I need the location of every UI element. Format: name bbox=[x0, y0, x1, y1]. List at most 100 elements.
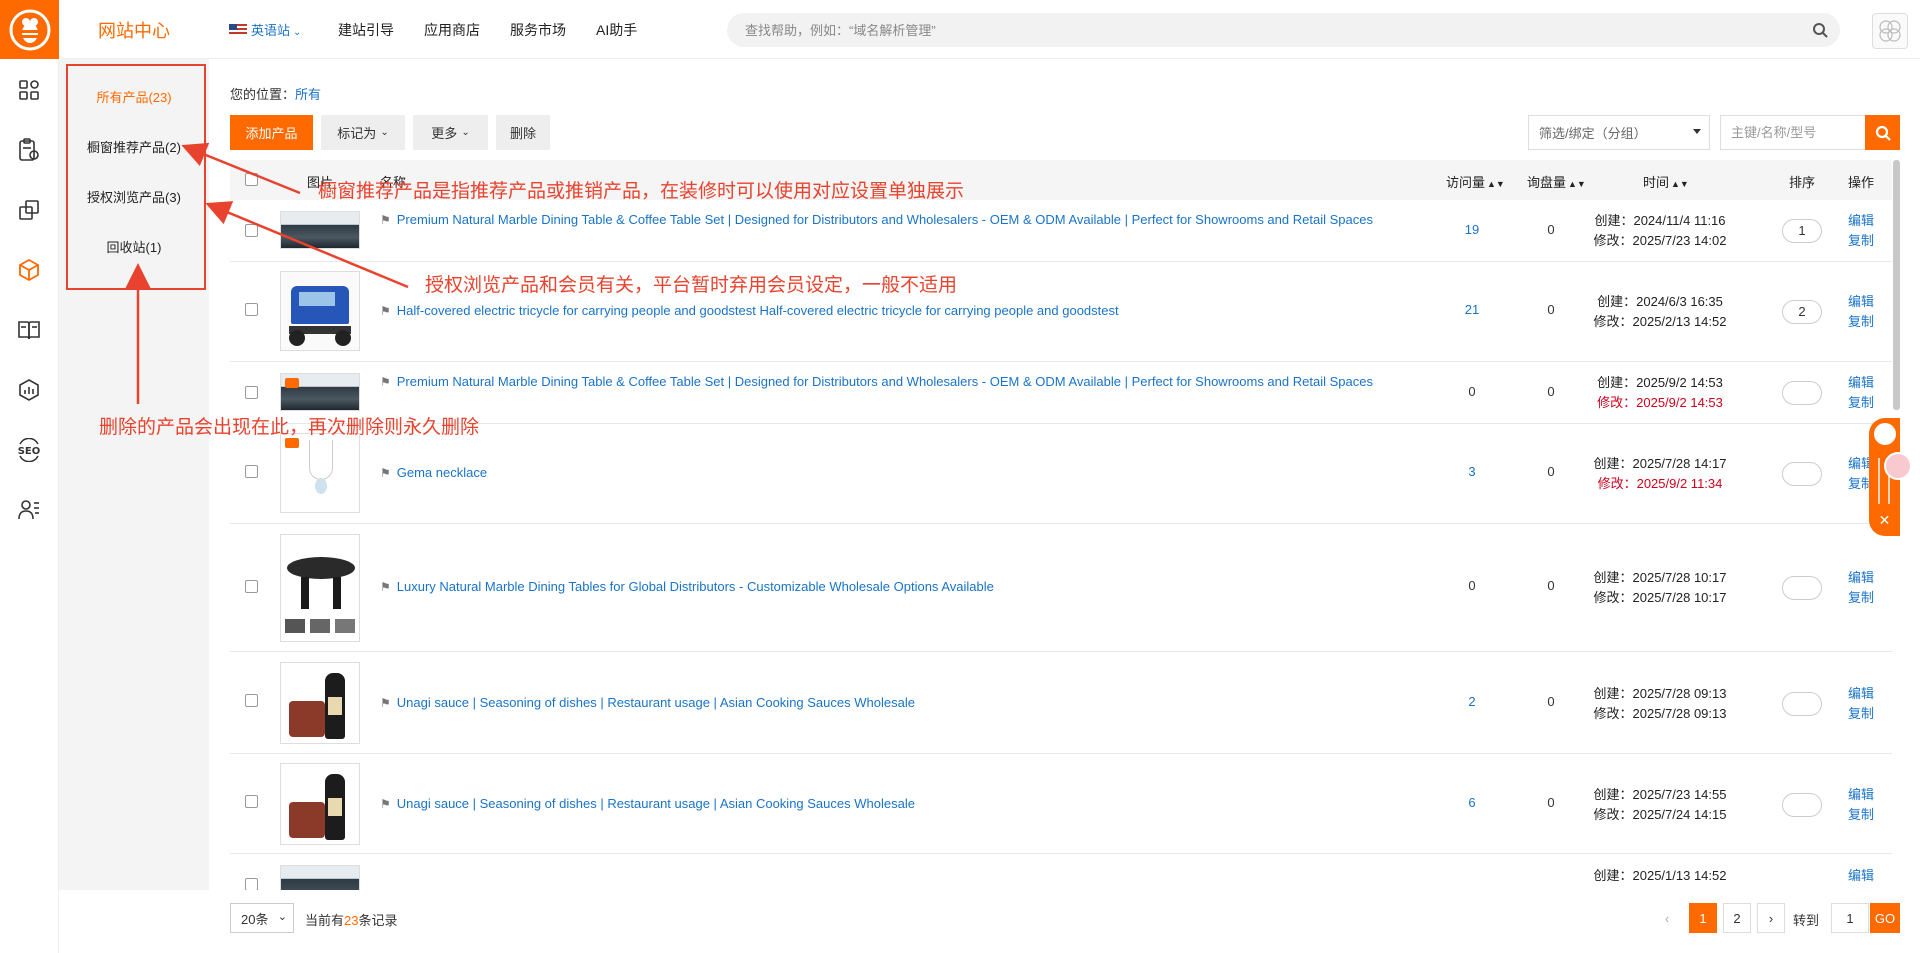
visits-count: 0 bbox=[1468, 384, 1476, 399]
order-input[interactable]: 1 bbox=[1782, 219, 1822, 243]
page-1-button[interactable]: 1 bbox=[1689, 903, 1717, 933]
th-inquiries[interactable]: 询盘量 ▲▼ bbox=[1527, 172, 1586, 191]
assessment-icon[interactable] bbox=[15, 136, 43, 164]
site-center-title[interactable]: 网站中心 bbox=[59, 0, 209, 59]
edit-link[interactable]: 编辑 bbox=[1848, 568, 1888, 588]
mark-as-button[interactable]: 标记为 ⌄ bbox=[321, 115, 405, 150]
keyword-search-button[interactable] bbox=[1865, 115, 1900, 150]
add-product-button[interactable]: 添加产品 bbox=[230, 115, 313, 150]
time-cell: 创建：2024/11/4 11:16 修改：2025/7/23 14:02 bbox=[1593, 213, 1727, 248]
row-checkbox[interactable] bbox=[245, 580, 258, 593]
nav-app-store[interactable]: 应用商店 bbox=[424, 20, 480, 40]
product-name-link[interactable]: ⚑ Premium Natural Marble Dining Table & C… bbox=[380, 372, 1410, 392]
page-size-select[interactable]: 20条 ⌄ bbox=[230, 903, 294, 933]
avatar[interactable] bbox=[1872, 13, 1908, 49]
inquiries-count: 0 bbox=[1547, 222, 1555, 237]
go-button[interactable]: GO bbox=[1870, 903, 1900, 933]
product-thumbnail[interactable] bbox=[280, 433, 360, 513]
order-input[interactable] bbox=[1782, 381, 1822, 405]
product-box-icon[interactable] bbox=[15, 256, 43, 284]
annotation-recycle: 删除的产品会出现在此，再次删除则永久删除 bbox=[99, 417, 480, 438]
chevron-down-icon: ⌄ bbox=[293, 27, 302, 38]
copy-link[interactable]: 复制 bbox=[1848, 312, 1888, 332]
delete-button[interactable]: 删除 bbox=[496, 115, 550, 150]
members-icon[interactable] bbox=[15, 496, 43, 524]
product-thumbnail[interactable] bbox=[280, 662, 360, 744]
dashboard-icon[interactable] bbox=[15, 76, 43, 104]
time-cell: 创建：2025/7/28 14:17 修改：2025/9/2 11:34 bbox=[1593, 456, 1727, 491]
product-name-link[interactable]: ⚑ Gema necklace bbox=[380, 463, 1410, 483]
goto-page-input[interactable]: 1 bbox=[1831, 903, 1869, 933]
edit-link[interactable]: 编辑 bbox=[1848, 866, 1888, 886]
sort-icon: ▲▼ bbox=[1568, 179, 1586, 189]
copy-link[interactable]: 复制 bbox=[1848, 805, 1888, 825]
visits-count[interactable]: 6 bbox=[1442, 795, 1502, 810]
row-checkbox[interactable] bbox=[245, 694, 258, 707]
bee-logo-icon[interactable] bbox=[0, 0, 59, 59]
nav-service-market[interactable]: 服务市场 bbox=[510, 20, 566, 40]
visits-count[interactable]: 19 bbox=[1442, 222, 1502, 237]
row-checkbox[interactable] bbox=[245, 465, 258, 478]
row-checkbox[interactable] bbox=[245, 224, 258, 237]
order-input[interactable] bbox=[1782, 692, 1822, 716]
product-thumbnail[interactable] bbox=[280, 271, 360, 351]
product-thumbnail[interactable] bbox=[280, 534, 360, 642]
copy-link[interactable]: 复制 bbox=[1848, 393, 1888, 413]
more-button[interactable]: 更多 ⌄ bbox=[413, 115, 488, 150]
search-icon bbox=[1875, 125, 1891, 141]
time-cell: 创建：2025/7/23 14:55 修改：2025/7/24 14:15 bbox=[1593, 787, 1727, 822]
prev-page-icon[interactable]: ‹ bbox=[1653, 903, 1681, 933]
flag-icon: ⚑ bbox=[380, 696, 391, 710]
breadcrumb-current[interactable]: 所有 bbox=[295, 87, 321, 102]
order-input[interactable] bbox=[1782, 462, 1822, 486]
time-cell: 创建：2025/1/13 14:52 bbox=[1593, 868, 1727, 883]
pages-icon[interactable] bbox=[15, 196, 43, 224]
nav-guide[interactable]: 建站引导 bbox=[338, 20, 394, 40]
page-2-button[interactable]: 2 bbox=[1723, 903, 1751, 933]
order-input[interactable] bbox=[1782, 793, 1822, 817]
select-all-checkbox[interactable] bbox=[245, 173, 258, 186]
seo-icon[interactable]: SEO bbox=[15, 436, 43, 464]
book-icon[interactable] bbox=[15, 316, 43, 344]
copy-link[interactable]: 复制 bbox=[1848, 588, 1888, 608]
product-thumbnail[interactable] bbox=[280, 763, 360, 845]
product-name-link[interactable]: ⚑ Premium Natural Marble Dining Table & C… bbox=[380, 210, 1410, 230]
edit-link[interactable]: 编辑 bbox=[1848, 684, 1888, 704]
product-thumbnail[interactable] bbox=[280, 211, 360, 249]
avatar-badge-icon bbox=[1884, 452, 1912, 480]
th-visits[interactable]: 访问量 ▲▼ bbox=[1446, 172, 1505, 191]
visits-count[interactable]: 3 bbox=[1442, 464, 1502, 479]
video-icon bbox=[285, 438, 299, 448]
product-name-link[interactable]: ⚑ Unagi sauce | Seasoning of dishes | Res… bbox=[380, 794, 1410, 814]
product-thumbnail[interactable] bbox=[280, 373, 360, 411]
row-checkbox[interactable] bbox=[245, 303, 258, 316]
nav-ai-assistant[interactable]: AI助手 bbox=[596, 20, 637, 40]
table-scrollbar[interactable] bbox=[1893, 160, 1900, 410]
visits-count[interactable]: 21 bbox=[1442, 302, 1502, 317]
edit-link[interactable]: 编辑 bbox=[1848, 373, 1888, 393]
help-search-input[interactable] bbox=[745, 13, 1805, 47]
next-page-icon[interactable]: › bbox=[1757, 903, 1785, 933]
edit-link[interactable]: 编辑 bbox=[1848, 292, 1888, 312]
bee-mascot-icon bbox=[1872, 421, 1898, 447]
language-switch[interactable]: 英语站 ⌄ bbox=[229, 20, 301, 39]
th-time[interactable]: 时间 ▲▼ bbox=[1643, 172, 1689, 191]
analytics-icon[interactable] bbox=[15, 376, 43, 404]
row-checkbox[interactable] bbox=[245, 386, 258, 399]
order-input[interactable]: 2 bbox=[1782, 300, 1822, 324]
row-checkbox[interactable] bbox=[245, 795, 258, 808]
keyword-search-input[interactable] bbox=[1720, 115, 1866, 150]
search-icon[interactable] bbox=[1812, 22, 1828, 41]
edit-link[interactable]: 编辑 bbox=[1848, 785, 1888, 805]
product-name-link[interactable]: ⚑ Unagi sauce | Seasoning of dishes | Res… bbox=[380, 693, 1410, 713]
product-name-link[interactable]: ⚑ Luxury Natural Marble Dining Tables for… bbox=[380, 577, 1410, 597]
copy-link[interactable]: 复制 bbox=[1848, 704, 1888, 724]
product-name-link[interactable]: ⚑ Half-covered electric tricycle for carr… bbox=[380, 301, 1410, 321]
order-input[interactable] bbox=[1782, 576, 1822, 600]
visits-count[interactable]: 2 bbox=[1442, 694, 1502, 709]
th-order: 排序 bbox=[1789, 175, 1816, 190]
group-filter-select[interactable]: 筛选/绑定（分组） bbox=[1528, 115, 1710, 150]
edit-link[interactable]: 编辑 bbox=[1848, 211, 1888, 231]
copy-link[interactable]: 复制 bbox=[1848, 231, 1888, 251]
close-icon[interactable]: ✕ bbox=[1869, 512, 1900, 529]
